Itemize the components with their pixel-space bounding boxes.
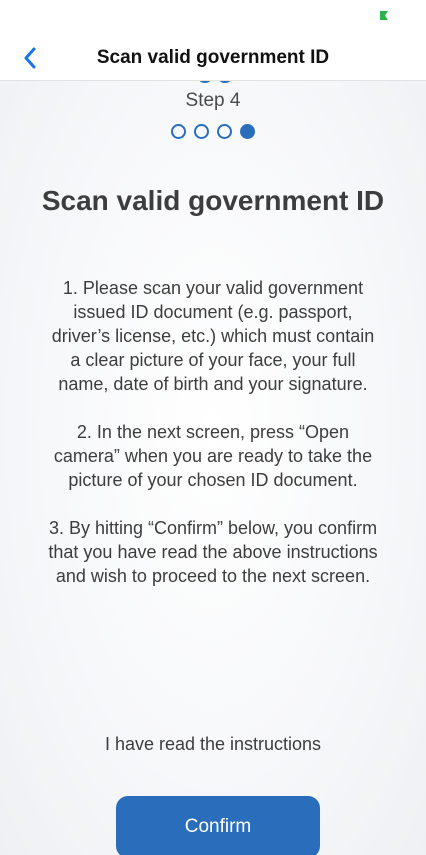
step-label: Step 4 [185, 90, 241, 111]
step-dot-4 [240, 124, 255, 139]
instruction-item-3: 3. By hitting “Confirm” below, you confi… [48, 518, 378, 586]
step-dot-1 [171, 124, 186, 139]
step-dot-2 [194, 124, 209, 139]
battery-charging-icon [380, 11, 388, 20]
step-dot-3 [217, 124, 232, 139]
page-title: Scan valid government ID [96, 47, 330, 68]
confirm-button[interactable]: Confirm [116, 796, 320, 855]
back-button[interactable] [14, 42, 46, 74]
navigation-bar: Scan valid government ID [0, 36, 426, 81]
chevron-left-icon [24, 47, 36, 69]
acknowledgement-text: I have read the instructions [104, 734, 322, 754]
section-heading: Scan valid government ID [41, 185, 385, 216]
main-content[interactable]: Step 4 Scan valid government ID 1. Pleas… [0, 80, 426, 855]
step-indicator [0, 124, 426, 139]
instruction-item-1: 1. Please scan your valid government iss… [51, 278, 375, 394]
instruction-item-2: 2. In the next screen, press “Open camer… [53, 422, 373, 490]
instructions: 1. Please scan your valid government iss… [46, 276, 380, 612]
status-bar [0, 0, 426, 36]
